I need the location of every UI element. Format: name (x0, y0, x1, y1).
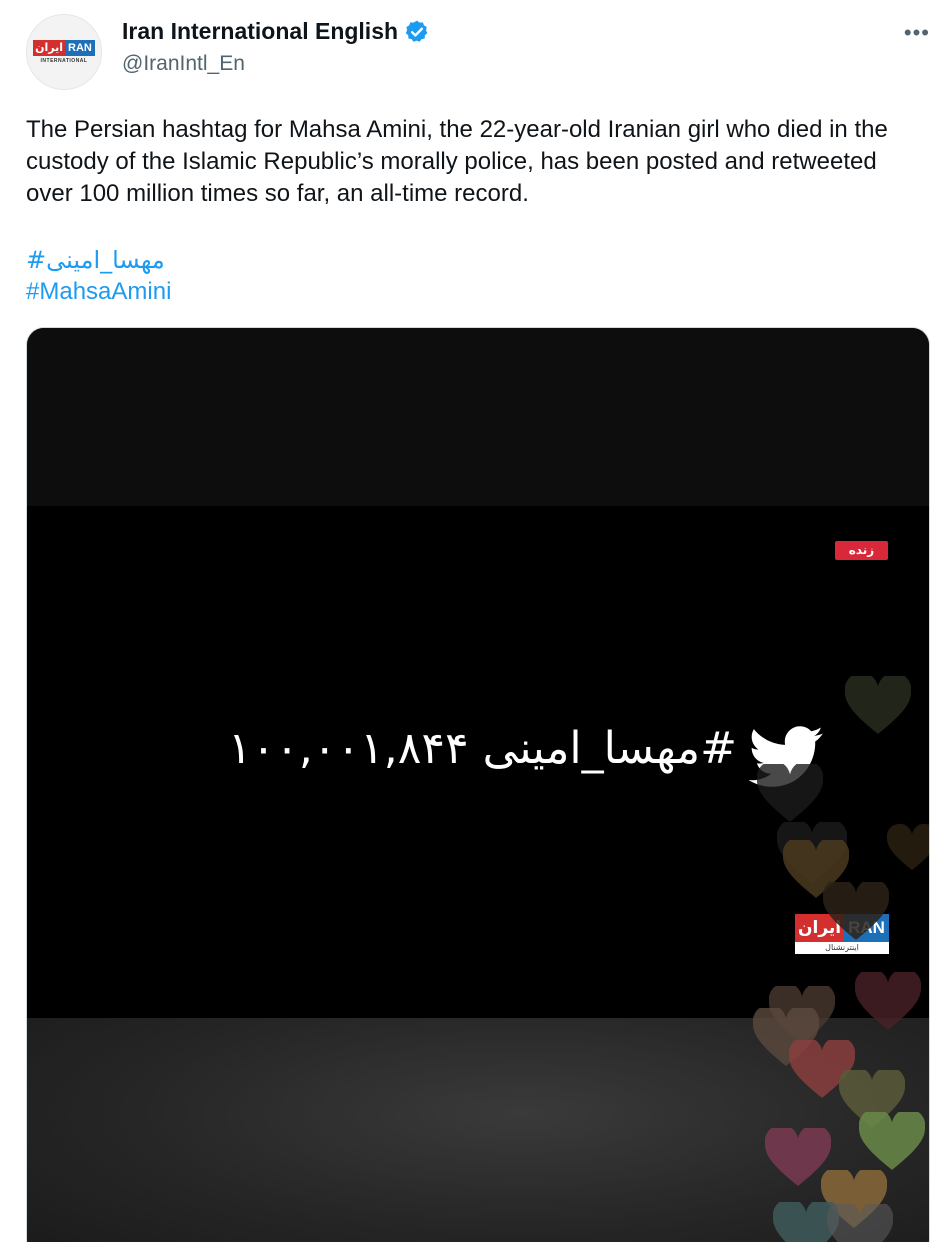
heart-icon (859, 1112, 925, 1170)
heart-icon (887, 823, 929, 871)
video-top-band (27, 328, 929, 506)
heart-icon (855, 972, 921, 1030)
heart-icon (823, 882, 889, 940)
more-icon[interactable]: ••• (904, 20, 930, 46)
hashtag-en-link[interactable]: #MahsaAmini (26, 276, 171, 308)
heart-icon (827, 1204, 893, 1242)
heart-icon (757, 764, 823, 822)
author-name[interactable]: Iran International English (122, 18, 398, 45)
watermark-sub-text: اینترنشنال (795, 942, 889, 954)
avatar[interactable]: ایران RAN INTERNATIONAL (26, 14, 102, 90)
iran-international-logo: ایران RAN INTERNATIONAL (33, 40, 95, 64)
verified-badge-icon (405, 20, 428, 42)
author-name-row[interactable]: Iran International English (122, 18, 430, 45)
logo-en-text: RAN (65, 40, 95, 56)
tweet-text: The Persian hashtag for Mahsa Amini, the… (26, 116, 888, 207)
logo-fa-text: ایران (33, 40, 66, 56)
video-player[interactable]: زنده #مهسا_امینی ۱۰۰,۰۰۱,۸۴۴ ایران RAN ا… (26, 327, 930, 1242)
hashtag-fa-link[interactable]: #مهسا_امینی (26, 244, 165, 276)
logo-sub-text: INTERNATIONAL (40, 58, 88, 64)
author-handle[interactable]: @IranIntl_En (122, 52, 245, 76)
heart-icon (845, 676, 911, 734)
hashtag-counter-text: #مهسا_امینی ۱۰۰,۰۰۱,۸۴۴ (227, 723, 737, 774)
live-badge: زنده (835, 541, 888, 560)
